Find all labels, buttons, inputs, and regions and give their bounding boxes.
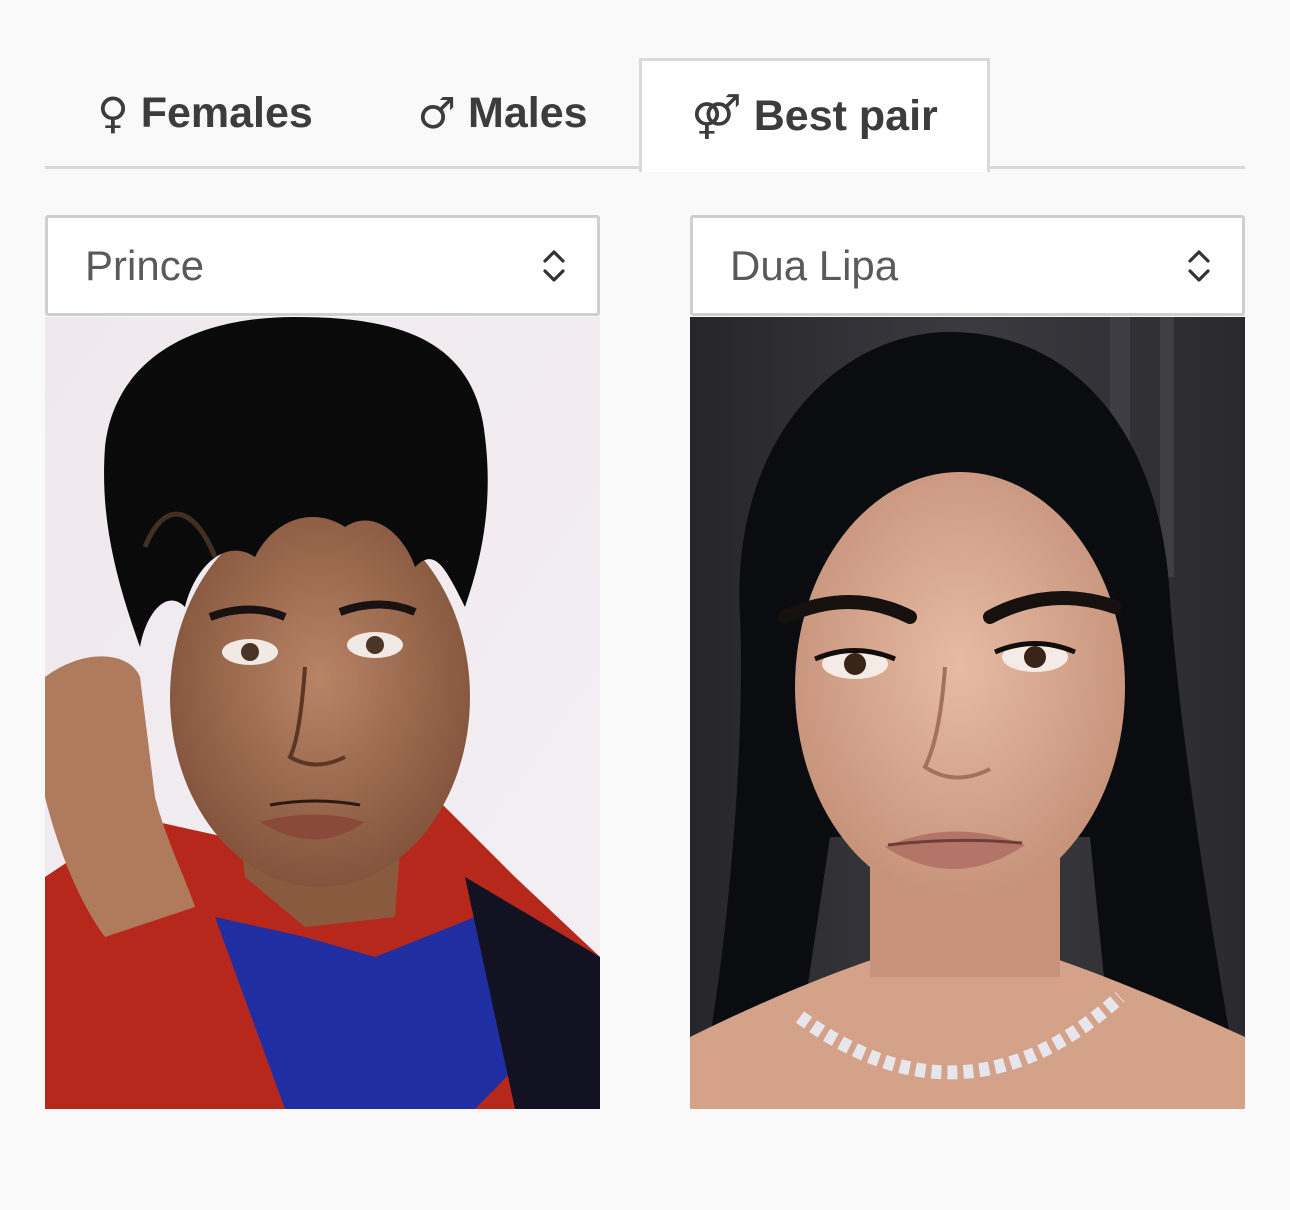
male-symbol-icon: ♂ bbox=[417, 88, 457, 139]
right-person-select[interactable]: Dua Lipa bbox=[690, 215, 1245, 316]
chevron-up-down-icon bbox=[543, 249, 565, 282]
tab-males[interactable]: ♂ Males bbox=[365, 58, 640, 169]
left-portrait-photo bbox=[45, 317, 600, 1109]
right-person-select-value: Dua Lipa bbox=[730, 241, 899, 289]
right-portrait-photo bbox=[690, 317, 1245, 1109]
left-person-select-value: Prince bbox=[85, 241, 205, 289]
tab-females[interactable]: ♀ Females bbox=[45, 58, 365, 169]
tab-females-label: Females bbox=[140, 89, 313, 137]
tab-males-label: Males bbox=[468, 89, 588, 137]
pair-symbol-icon: ⚤ bbox=[691, 91, 742, 142]
left-person-select[interactable]: Prince bbox=[45, 215, 600, 316]
chevron-up-down-icon bbox=[1188, 249, 1210, 282]
tab-best-pair-label: Best pair bbox=[753, 92, 938, 140]
female-symbol-icon: ♀ bbox=[97, 88, 129, 139]
tab-best-pair[interactable]: ⚤ Best pair bbox=[639, 58, 990, 172]
page: ♀ Females ♂ Males ⚤ Best pair Prince Dua… bbox=[0, 0, 1290, 1210]
tab-bar: ♀ Females ♂ Males ⚤ Best pair bbox=[45, 58, 1245, 172]
